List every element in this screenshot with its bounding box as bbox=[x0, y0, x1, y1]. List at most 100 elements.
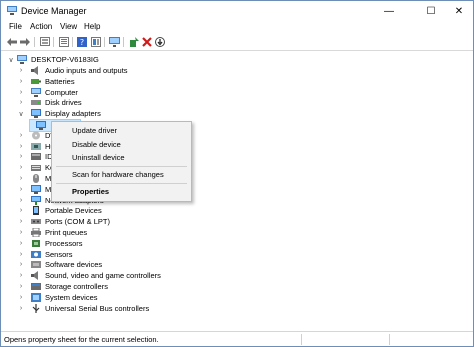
computer-icon bbox=[17, 55, 27, 64]
tree-item-label: Audio inputs and outputs bbox=[45, 66, 128, 75]
show-hidden-icon[interactable] bbox=[39, 36, 50, 47]
network-icon bbox=[31, 195, 41, 205]
chevron-right-icon[interactable]: › bbox=[17, 239, 25, 247]
monitor-icon[interactable] bbox=[109, 36, 120, 47]
tree-item-label: Portable Devices bbox=[45, 206, 102, 216]
chevron-right-icon[interactable]: › bbox=[17, 153, 25, 161]
properties-icon[interactable] bbox=[58, 36, 69, 47]
tree-item-label: Storage controllers bbox=[45, 282, 108, 291]
context-menu: Update driver Disable device Uninstall d… bbox=[51, 121, 192, 202]
tree-item-label: Disk drives bbox=[45, 98, 82, 108]
back-icon[interactable] bbox=[6, 36, 17, 47]
tree-category-item[interactable]: › Sensors bbox=[17, 249, 73, 260]
tree-category-item[interactable]: › Disk drives bbox=[17, 97, 82, 108]
chevron-right-icon[interactable]: › bbox=[17, 304, 25, 312]
menu-file[interactable]: File bbox=[9, 22, 22, 31]
tree-item-label: Universal Serial Bus controllers bbox=[45, 303, 150, 313]
ctx-update-driver[interactable]: Update driver bbox=[72, 126, 117, 135]
ctx-uninstall-device[interactable]: Uninstall device bbox=[72, 153, 125, 162]
tree-category-item[interactable]: › Print queues bbox=[17, 227, 87, 238]
menu-help[interactable]: Help bbox=[84, 22, 100, 31]
chevron-right-icon[interactable]: › bbox=[17, 88, 25, 96]
usb-icon bbox=[31, 303, 41, 313]
tree-category-item[interactable]: › Storage controllers bbox=[17, 281, 108, 292]
dvd-icon bbox=[31, 131, 41, 140]
chevron-right-icon[interactable]: › bbox=[17, 207, 25, 215]
monitor-icon bbox=[31, 184, 41, 194]
chevron-right-icon[interactable]: › bbox=[17, 185, 25, 193]
ctx-scan-hardware[interactable]: Scan for hardware changes bbox=[72, 170, 164, 179]
minimize-button[interactable]: — bbox=[377, 1, 401, 21]
battery-icon bbox=[31, 77, 41, 86]
update-driver-icon[interactable] bbox=[128, 36, 139, 47]
chevron-right-icon[interactable]: › bbox=[17, 131, 25, 139]
keyboard-icon bbox=[31, 163, 41, 172]
tree-category-item[interactable]: › Portable Devices bbox=[17, 205, 102, 216]
status-text: Opens property sheet for the current sel… bbox=[4, 335, 159, 344]
chevron-right-icon[interactable]: › bbox=[17, 250, 25, 258]
menu-view[interactable]: View bbox=[60, 22, 77, 31]
tree-category-item[interactable]: › Processors bbox=[17, 238, 83, 249]
chevron-down-icon[interactable]: ∨ bbox=[7, 56, 15, 64]
help-icon[interactable]: ? bbox=[76, 36, 87, 47]
forward-icon[interactable] bbox=[19, 36, 30, 47]
device-manager-window: Device Manager — ☐ ✕ File Action View He… bbox=[0, 0, 474, 347]
download-icon[interactable] bbox=[154, 36, 165, 47]
maximize-button[interactable]: ☐ bbox=[419, 1, 443, 21]
chevron-right-icon[interactable]: › bbox=[17, 99, 25, 107]
printer-icon bbox=[31, 228, 41, 237]
status-bar: Opens property sheet for the current sel… bbox=[1, 331, 473, 346]
tree-item-label: Display adapters bbox=[45, 109, 101, 119]
uninstall-icon[interactable] bbox=[141, 36, 152, 47]
chevron-right-icon[interactable]: › bbox=[17, 218, 25, 226]
tree-category-item[interactable]: ∨ Display adapters bbox=[17, 108, 101, 119]
ide-icon bbox=[31, 152, 41, 161]
computer-icon bbox=[31, 87, 41, 97]
tree-root[interactable]: ∨ DESKTOP-V6183IG bbox=[7, 54, 99, 65]
chevron-right-icon[interactable]: › bbox=[17, 283, 25, 291]
ctx-separator bbox=[56, 166, 187, 167]
action-view-icon[interactable] bbox=[90, 36, 101, 47]
processor-icon bbox=[31, 239, 41, 248]
chevron-right-icon[interactable]: › bbox=[17, 229, 25, 237]
chevron-right-icon[interactable]: › bbox=[17, 67, 25, 75]
chevron-right-icon[interactable]: › bbox=[17, 164, 25, 172]
chevron-right-icon[interactable]: › bbox=[17, 293, 25, 301]
tree-item-label: Software devices bbox=[45, 260, 103, 270]
ctx-disable-device[interactable]: Disable device bbox=[72, 140, 121, 149]
tree-category-item[interactable]: › Software devices bbox=[17, 259, 102, 270]
tree-item-label: Computer bbox=[45, 87, 78, 97]
chevron-right-icon[interactable]: › bbox=[17, 175, 25, 183]
tree-item-label: System devices bbox=[45, 292, 98, 302]
window-title: Device Manager bbox=[21, 6, 87, 16]
device-manager-icon bbox=[7, 6, 17, 15]
tree-category-item[interactable]: › Audio inputs and outputs bbox=[17, 65, 128, 76]
tree-category-item[interactable]: › Computer bbox=[17, 87, 78, 98]
tree-category-item[interactable]: › Universal Serial Bus controllers bbox=[17, 303, 149, 314]
ctx-separator bbox=[56, 183, 187, 184]
tree-category-item[interactable]: › System devices bbox=[17, 292, 98, 303]
tree-item-label: Batteries bbox=[45, 76, 75, 86]
tree-category-item[interactable]: › Ports (COM & LPT) bbox=[17, 216, 110, 227]
tree-item-label: Sound, video and game controllers bbox=[45, 271, 161, 281]
chevron-right-icon[interactable]: › bbox=[17, 261, 25, 269]
chevron-down-icon[interactable]: ∨ bbox=[17, 110, 25, 118]
sensor-icon bbox=[31, 250, 41, 259]
chevron-right-icon[interactable]: › bbox=[17, 272, 25, 280]
chevron-right-icon[interactable]: › bbox=[17, 77, 25, 85]
close-button[interactable]: ✕ bbox=[447, 1, 471, 21]
ctx-properties[interactable]: Properties bbox=[72, 187, 109, 196]
portable-device-icon bbox=[31, 206, 41, 216]
tree-category-item[interactable]: › Sound, video and game controllers bbox=[17, 270, 161, 281]
menu-action[interactable]: Action bbox=[30, 22, 52, 31]
mouse-icon bbox=[31, 174, 41, 183]
chevron-right-icon[interactable]: › bbox=[17, 142, 25, 150]
chevron-right-icon[interactable]: › bbox=[17, 196, 25, 204]
tree-category-item[interactable]: › Batteries bbox=[17, 76, 75, 87]
menu-bar: File Action View Help bbox=[1, 21, 473, 34]
tree-item-label: Print queues bbox=[45, 228, 88, 237]
tree-item-label: Processors bbox=[45, 238, 83, 248]
storage-icon bbox=[31, 282, 41, 291]
speaker-icon bbox=[31, 271, 41, 281]
port-icon bbox=[31, 217, 41, 226]
